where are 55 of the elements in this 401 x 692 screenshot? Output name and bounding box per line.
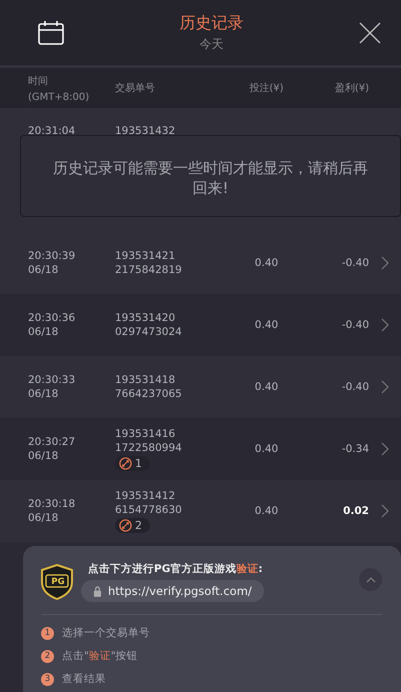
date-filter: 今天	[200, 36, 224, 52]
free-spin-badge: 2	[115, 518, 150, 532]
profit-cell-text: -0.40	[340, 381, 369, 393]
time-cell-text: 20:30:39	[28, 250, 76, 262]
page-title: 历史记录	[180, 12, 244, 34]
order-cell-text: 193531416	[115, 428, 176, 440]
time-cell-text: 20:30:18	[28, 498, 76, 510]
step-text: 点击"验证"按钮	[62, 649, 138, 663]
verify-title: 点击下方进行PG官方正版游戏验证:	[88, 562, 264, 576]
step-number: 3	[41, 672, 54, 686]
date-cell-text: 06/18	[28, 326, 60, 338]
order-cell-text: 193531421	[115, 250, 176, 262]
date-cell-text: 06/18	[28, 512, 60, 524]
order-cell-text: 1722580994	[115, 442, 183, 454]
table-row[interactable]: 20:30:18 06/18 193531412 6154778630 2 0.40 0.02	[0, 480, 401, 542]
order-cell-text: 193531420	[115, 312, 176, 324]
column-subheader: (GMT+8:00)	[28, 92, 90, 102]
date-cell-text: 06/18	[28, 264, 60, 276]
column-header: 投注(¥)	[248, 82, 285, 95]
table-row[interactable]: 20:31:04 193531432 历史记录可能需要一些时间才能显示，请稍后再回来!	[0, 108, 401, 232]
free-spin-badge: 1	[115, 456, 150, 470]
profit-cell-text: -0.40	[340, 257, 369, 269]
time-cell-text: 20:31:04	[28, 125, 76, 137]
logo-text: PG	[50, 577, 66, 587]
order-cell-text: 0297473024	[115, 326, 183, 338]
column-header: 盈利(¥)	[334, 82, 369, 95]
order-cell-text: 193531412	[115, 490, 176, 502]
step-text: 查看结果	[62, 672, 106, 686]
bet-cell-text: 0.40	[254, 381, 280, 393]
column-header: 交易单号	[115, 82, 156, 95]
time-cell-text: 20:30:36	[28, 312, 76, 324]
bet-cell-text: 0.40	[254, 443, 280, 455]
order-cell-text: 193531432	[115, 125, 176, 137]
profit-cell-text: 0.02	[342, 505, 369, 517]
order-cell-text: 6154778630	[115, 504, 183, 516]
bet-cell-text: 0.40	[254, 505, 280, 517]
time-cell-text: 20:30:27	[28, 436, 76, 448]
bet-cell-text: 0.40	[254, 257, 280, 269]
table-row[interactable]: 20:30:33 06/18 193531418 7664237065 0.40 -0.40	[0, 356, 401, 418]
step-number: 2	[41, 650, 54, 662]
order-cell-text: 7664237065	[115, 388, 183, 400]
bet-cell-text: 0.40	[254, 319, 280, 331]
step-text: 选择一个交易单号	[62, 626, 150, 640]
date-cell-text: 06/18	[28, 388, 60, 400]
verify-link[interactable]: https://verify.pgsoft.com/	[81, 580, 264, 602]
profit-cell-text: -0.40	[340, 319, 369, 331]
time-cell-text: 20:30:33	[28, 374, 76, 386]
history-toast: 历史记录可能需要一些时间才能显示，请稍后再回来!	[20, 135, 401, 217]
profit-cell-text: -0.34	[340, 443, 369, 455]
column-header: 时间	[28, 74, 49, 88]
date-cell-text: 06/18	[28, 450, 60, 462]
order-cell-text: 2175842819	[115, 264, 183, 276]
table-row[interactable]: 20:30:39 06/18 193531421 2175842819 0.40 -0.40	[0, 232, 401, 294]
order-cell-text: 193531418	[115, 374, 176, 386]
step-number: 1	[41, 626, 54, 640]
